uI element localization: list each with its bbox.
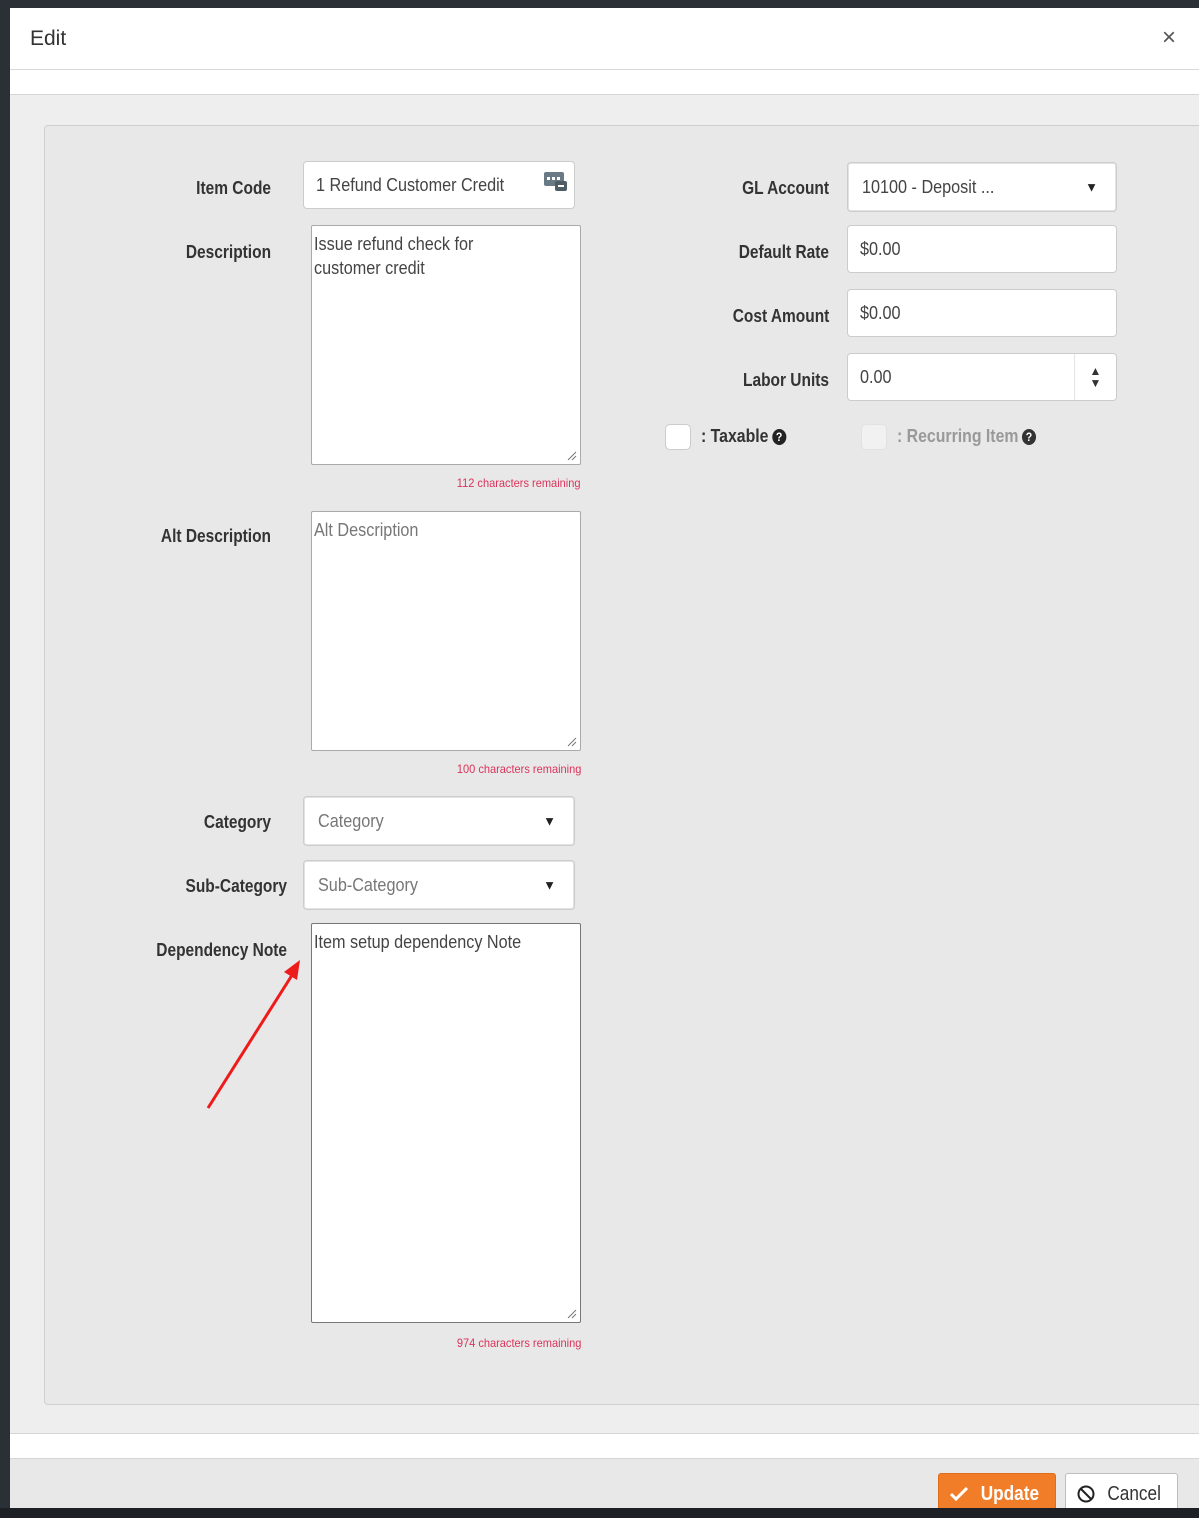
labor-units-label: Labor Units xyxy=(742,370,829,390)
close-button[interactable]: × xyxy=(1157,24,1181,52)
edit-dialog: Edit × Item Code 1 Refund Customer Credi… xyxy=(10,8,1199,1515)
gl-account-label: GL Account xyxy=(742,178,829,198)
alt-description-placeholder: Alt Description xyxy=(314,520,419,540)
chevron-down-icon: ▼ xyxy=(543,877,556,893)
chevron-down-icon: ▼ xyxy=(1085,179,1098,195)
taxable-checkbox[interactable] xyxy=(665,424,691,450)
sub-category-placeholder: Sub-Category xyxy=(318,874,418,895)
cost-amount-input[interactable]: $0.00 xyxy=(847,289,1117,337)
taxable-label: : Taxable? xyxy=(701,426,787,447)
taxable-label-text: : Taxable xyxy=(701,426,769,446)
recurring-item-label-text: : Recurring Item xyxy=(897,426,1019,446)
alt-description-textarea[interactable]: Alt Description xyxy=(311,511,581,751)
alt-description-label: Alt Description xyxy=(160,526,271,546)
description-textarea[interactable]: Issue refund check for customer credit xyxy=(311,225,581,465)
check-icon xyxy=(950,1487,969,1501)
recurring-item-label: : Recurring Item? xyxy=(897,426,1037,447)
labor-units-value: 0.00 xyxy=(860,366,892,387)
recurring-item-checkbox[interactable] xyxy=(861,424,887,450)
question-circle-icon[interactable]: ? xyxy=(772,429,787,445)
item-code-label: Item Code xyxy=(196,178,271,198)
default-rate-input[interactable]: $0.00 xyxy=(847,225,1117,273)
number-spinner[interactable]: ▲ ▼ xyxy=(1074,354,1116,400)
gl-account-select[interactable]: 10100 - Deposit ... ▼ xyxy=(847,162,1117,212)
dialog-header: Edit × xyxy=(10,8,1199,70)
resize-handle-icon[interactable] xyxy=(567,1309,577,1319)
item-code-value: 1 Refund Customer Credit xyxy=(316,174,505,195)
dialog-title: Edit xyxy=(30,27,67,50)
category-select[interactable]: Category ▼ xyxy=(303,796,575,846)
sub-category-select[interactable]: Sub-Category ▼ xyxy=(303,860,575,910)
update-label: Update xyxy=(980,1482,1040,1505)
red-arrow-annotation xyxy=(206,960,300,1109)
cancel-label: Cancel xyxy=(1107,1482,1162,1505)
alt-description-chars-remaining: 100 characters remaining xyxy=(456,762,581,776)
question-circle-icon[interactable]: ? xyxy=(1021,429,1037,445)
description-value: Issue refund check for customer credit xyxy=(314,234,474,278)
default-rate-value: $0.00 xyxy=(860,238,901,259)
default-rate-label: Default Rate xyxy=(738,242,829,262)
sub-category-label: Sub-Category xyxy=(185,876,287,896)
gl-account-value: 10100 - Deposit ... xyxy=(862,176,995,197)
resize-handle-icon[interactable] xyxy=(567,451,577,461)
item-code-input[interactable]: 1 Refund Customer Credit xyxy=(303,161,575,209)
cost-amount-value: $0.00 xyxy=(860,302,901,323)
spin-down-icon[interactable]: ▼ xyxy=(1090,377,1102,389)
form-panel: Item Code 1 Refund Customer Credit Descr… xyxy=(44,125,1199,1405)
dependency-note-chars-remaining: 974 characters remaining xyxy=(456,1336,581,1350)
dialog-footer: Update Cancel xyxy=(10,1458,1199,1515)
dialog-body: Item Code 1 Refund Customer Credit Descr… xyxy=(10,94,1199,1434)
dependency-note-textarea[interactable]: Item setup dependency Note xyxy=(311,923,581,1323)
description-label: Description xyxy=(185,242,271,262)
chevron-down-icon: ▼ xyxy=(543,813,556,829)
ban-icon xyxy=(1077,1485,1095,1503)
cost-amount-label: Cost Amount xyxy=(732,306,829,326)
dependency-note-value: Item setup dependency Note xyxy=(314,932,522,952)
taskbar-strip xyxy=(0,1508,1199,1518)
resize-handle-icon[interactable] xyxy=(567,737,577,747)
category-placeholder: Category xyxy=(318,810,384,831)
code-lookup-icon[interactable] xyxy=(544,170,568,192)
category-label: Category xyxy=(203,812,271,832)
labor-units-input[interactable]: 0.00 ▲ ▼ xyxy=(847,353,1117,401)
description-chars-remaining: 112 characters remaining xyxy=(457,476,581,490)
